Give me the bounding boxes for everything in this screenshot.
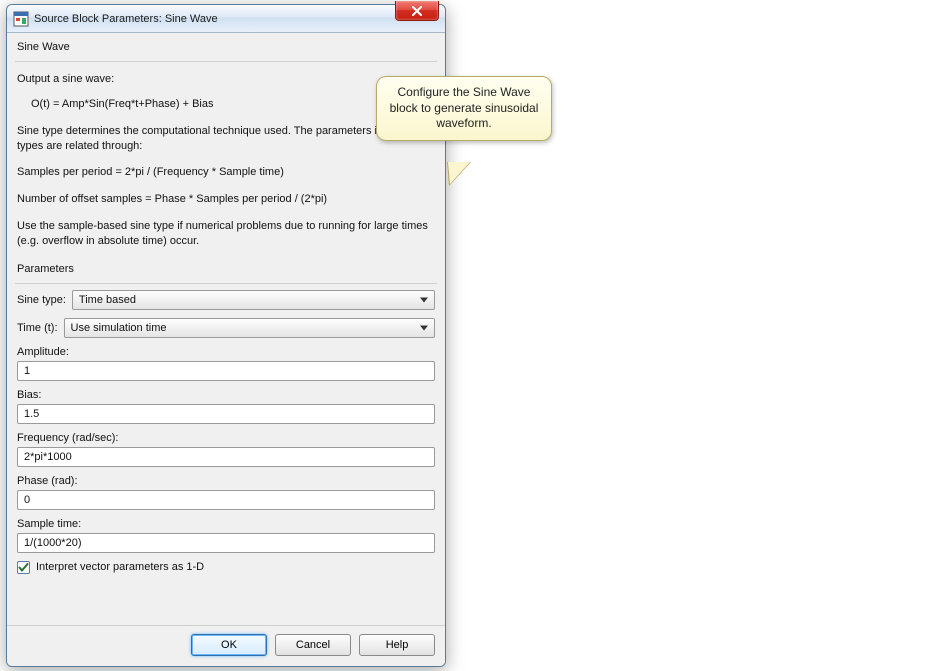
phase-input[interactable] bbox=[17, 490, 435, 510]
help-button[interactable]: Help bbox=[359, 634, 435, 656]
divider bbox=[15, 283, 437, 284]
bias-label: Bias: bbox=[17, 389, 435, 401]
desc-formula: O(t) = Amp*Sin(Freq*t+Phase) + Bias bbox=[17, 95, 435, 114]
cancel-button-label: Cancel bbox=[296, 639, 330, 651]
sample-time-input[interactable] bbox=[17, 533, 435, 553]
block-name-header: Sine Wave bbox=[17, 39, 435, 57]
hint-tooltip-text: Configure the Sine Wave block to generat… bbox=[390, 85, 539, 130]
cancel-button[interactable]: Cancel bbox=[275, 634, 351, 656]
close-icon bbox=[411, 6, 423, 16]
amplitude-field: Amplitude: bbox=[17, 346, 435, 381]
time-label: Time (t): bbox=[17, 322, 58, 334]
sine-type-value: Time based bbox=[79, 294, 136, 306]
vector-1d-label: Interpret vector parameters as 1-D bbox=[36, 561, 204, 573]
vector-1d-row: Interpret vector parameters as 1-D bbox=[17, 561, 435, 574]
desc-sinetype: Sine type determines the computational t… bbox=[17, 122, 435, 156]
bias-input[interactable] bbox=[17, 404, 435, 424]
close-button[interactable] bbox=[395, 1, 439, 21]
app-icon bbox=[13, 11, 29, 27]
vector-1d-checkbox[interactable] bbox=[17, 561, 30, 574]
sine-type-select[interactable]: Time based bbox=[72, 290, 435, 310]
dialog-footer: OK Cancel Help bbox=[7, 625, 445, 666]
desc-note: Use the sample-based sine type if numeri… bbox=[17, 217, 435, 251]
phase-label: Phase (rad): bbox=[17, 475, 435, 487]
desc-offset-samples: Number of offset samples = Phase * Sampl… bbox=[17, 190, 435, 209]
frequency-input[interactable] bbox=[17, 447, 435, 467]
hint-tooltip: Configure the Sine Wave block to generat… bbox=[376, 76, 552, 141]
sine-type-label: Sine type: bbox=[17, 294, 66, 306]
amplitude-label: Amplitude: bbox=[17, 346, 435, 358]
description-block: Output a sine wave: O(t) = Amp*Sin(Freq*… bbox=[17, 68, 435, 257]
sample-time-field: Sample time: bbox=[17, 518, 435, 553]
time-value: Use simulation time bbox=[71, 322, 167, 334]
time-select[interactable]: Use simulation time bbox=[64, 318, 435, 338]
parameters-section-label: Parameters bbox=[17, 261, 435, 279]
desc-output: Output a sine wave: bbox=[17, 70, 435, 89]
time-row: Time (t): Use simulation time bbox=[17, 318, 435, 338]
desc-samples-per-period: Samples per period = 2*pi / (Frequency *… bbox=[17, 163, 435, 182]
sample-time-label: Sample time: bbox=[17, 518, 435, 530]
help-button-label: Help bbox=[386, 639, 409, 651]
check-icon bbox=[18, 562, 29, 573]
phase-field: Phase (rad): bbox=[17, 475, 435, 510]
divider bbox=[15, 61, 437, 62]
titlebar[interactable]: Source Block Parameters: Sine Wave bbox=[7, 5, 445, 33]
frequency-field: Frequency (rad/sec): bbox=[17, 432, 435, 467]
amplitude-input[interactable] bbox=[17, 361, 435, 381]
ok-button[interactable]: OK bbox=[191, 634, 267, 656]
sine-type-row: Sine type: Time based bbox=[17, 290, 435, 310]
ok-button-label: OK bbox=[221, 639, 237, 651]
window-title: Source Block Parameters: Sine Wave bbox=[34, 13, 218, 25]
bias-field: Bias: bbox=[17, 389, 435, 424]
frequency-label: Frequency (rad/sec): bbox=[17, 432, 435, 444]
